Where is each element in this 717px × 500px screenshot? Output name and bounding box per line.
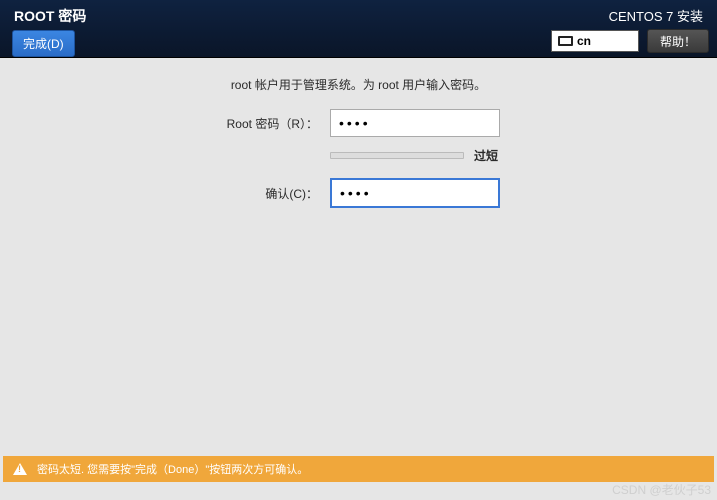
password-strength-row: 过短 [20, 147, 697, 164]
warning-icon [13, 463, 27, 475]
page-title: ROOT 密码 [8, 4, 86, 26]
confirm-password-input[interactable] [330, 178, 500, 208]
password-label: Root 密码（R）： [20, 115, 330, 132]
done-button[interactable]: 完成(D) [12, 30, 75, 57]
watermark: CSDN @老伙子53 [612, 481, 711, 498]
password-row: Root 密码（R）： [20, 109, 697, 137]
confirm-row: 确认(C)： [20, 178, 697, 208]
confirm-label: 确认(C)： [20, 185, 330, 202]
keyboard-layout-indicator[interactable]: cn [551, 30, 639, 52]
instruction-text: root 帐户用于管理系统。为 root 用户输入密码。 [20, 76, 697, 93]
help-button[interactable]: 帮助！ [647, 29, 709, 53]
header-bar: ROOT 密码 完成(D) CENTOS 7 安装 cn 帮助！ [0, 0, 717, 58]
keyboard-layout-text: cn [577, 34, 591, 48]
root-password-input[interactable] [330, 109, 500, 137]
content-area: root 帐户用于管理系统。为 root 用户输入密码。 Root 密码（R）：… [0, 58, 717, 236]
header-right: CENTOS 7 安装 cn 帮助！ [551, 4, 709, 53]
strength-label: 过短 [474, 147, 498, 164]
keyboard-icon [558, 36, 573, 46]
strength-meter [330, 152, 464, 159]
warning-message: 密码太短. 您需要按"完成（Done）"按钮两次方可确认。 [37, 461, 308, 477]
warning-bar: 密码太短. 您需要按"完成（Done）"按钮两次方可确认。 [3, 456, 714, 482]
header-controls: cn 帮助！ [551, 29, 709, 53]
installer-title: CENTOS 7 安装 [609, 4, 709, 25]
header-left: ROOT 密码 完成(D) [8, 4, 86, 57]
